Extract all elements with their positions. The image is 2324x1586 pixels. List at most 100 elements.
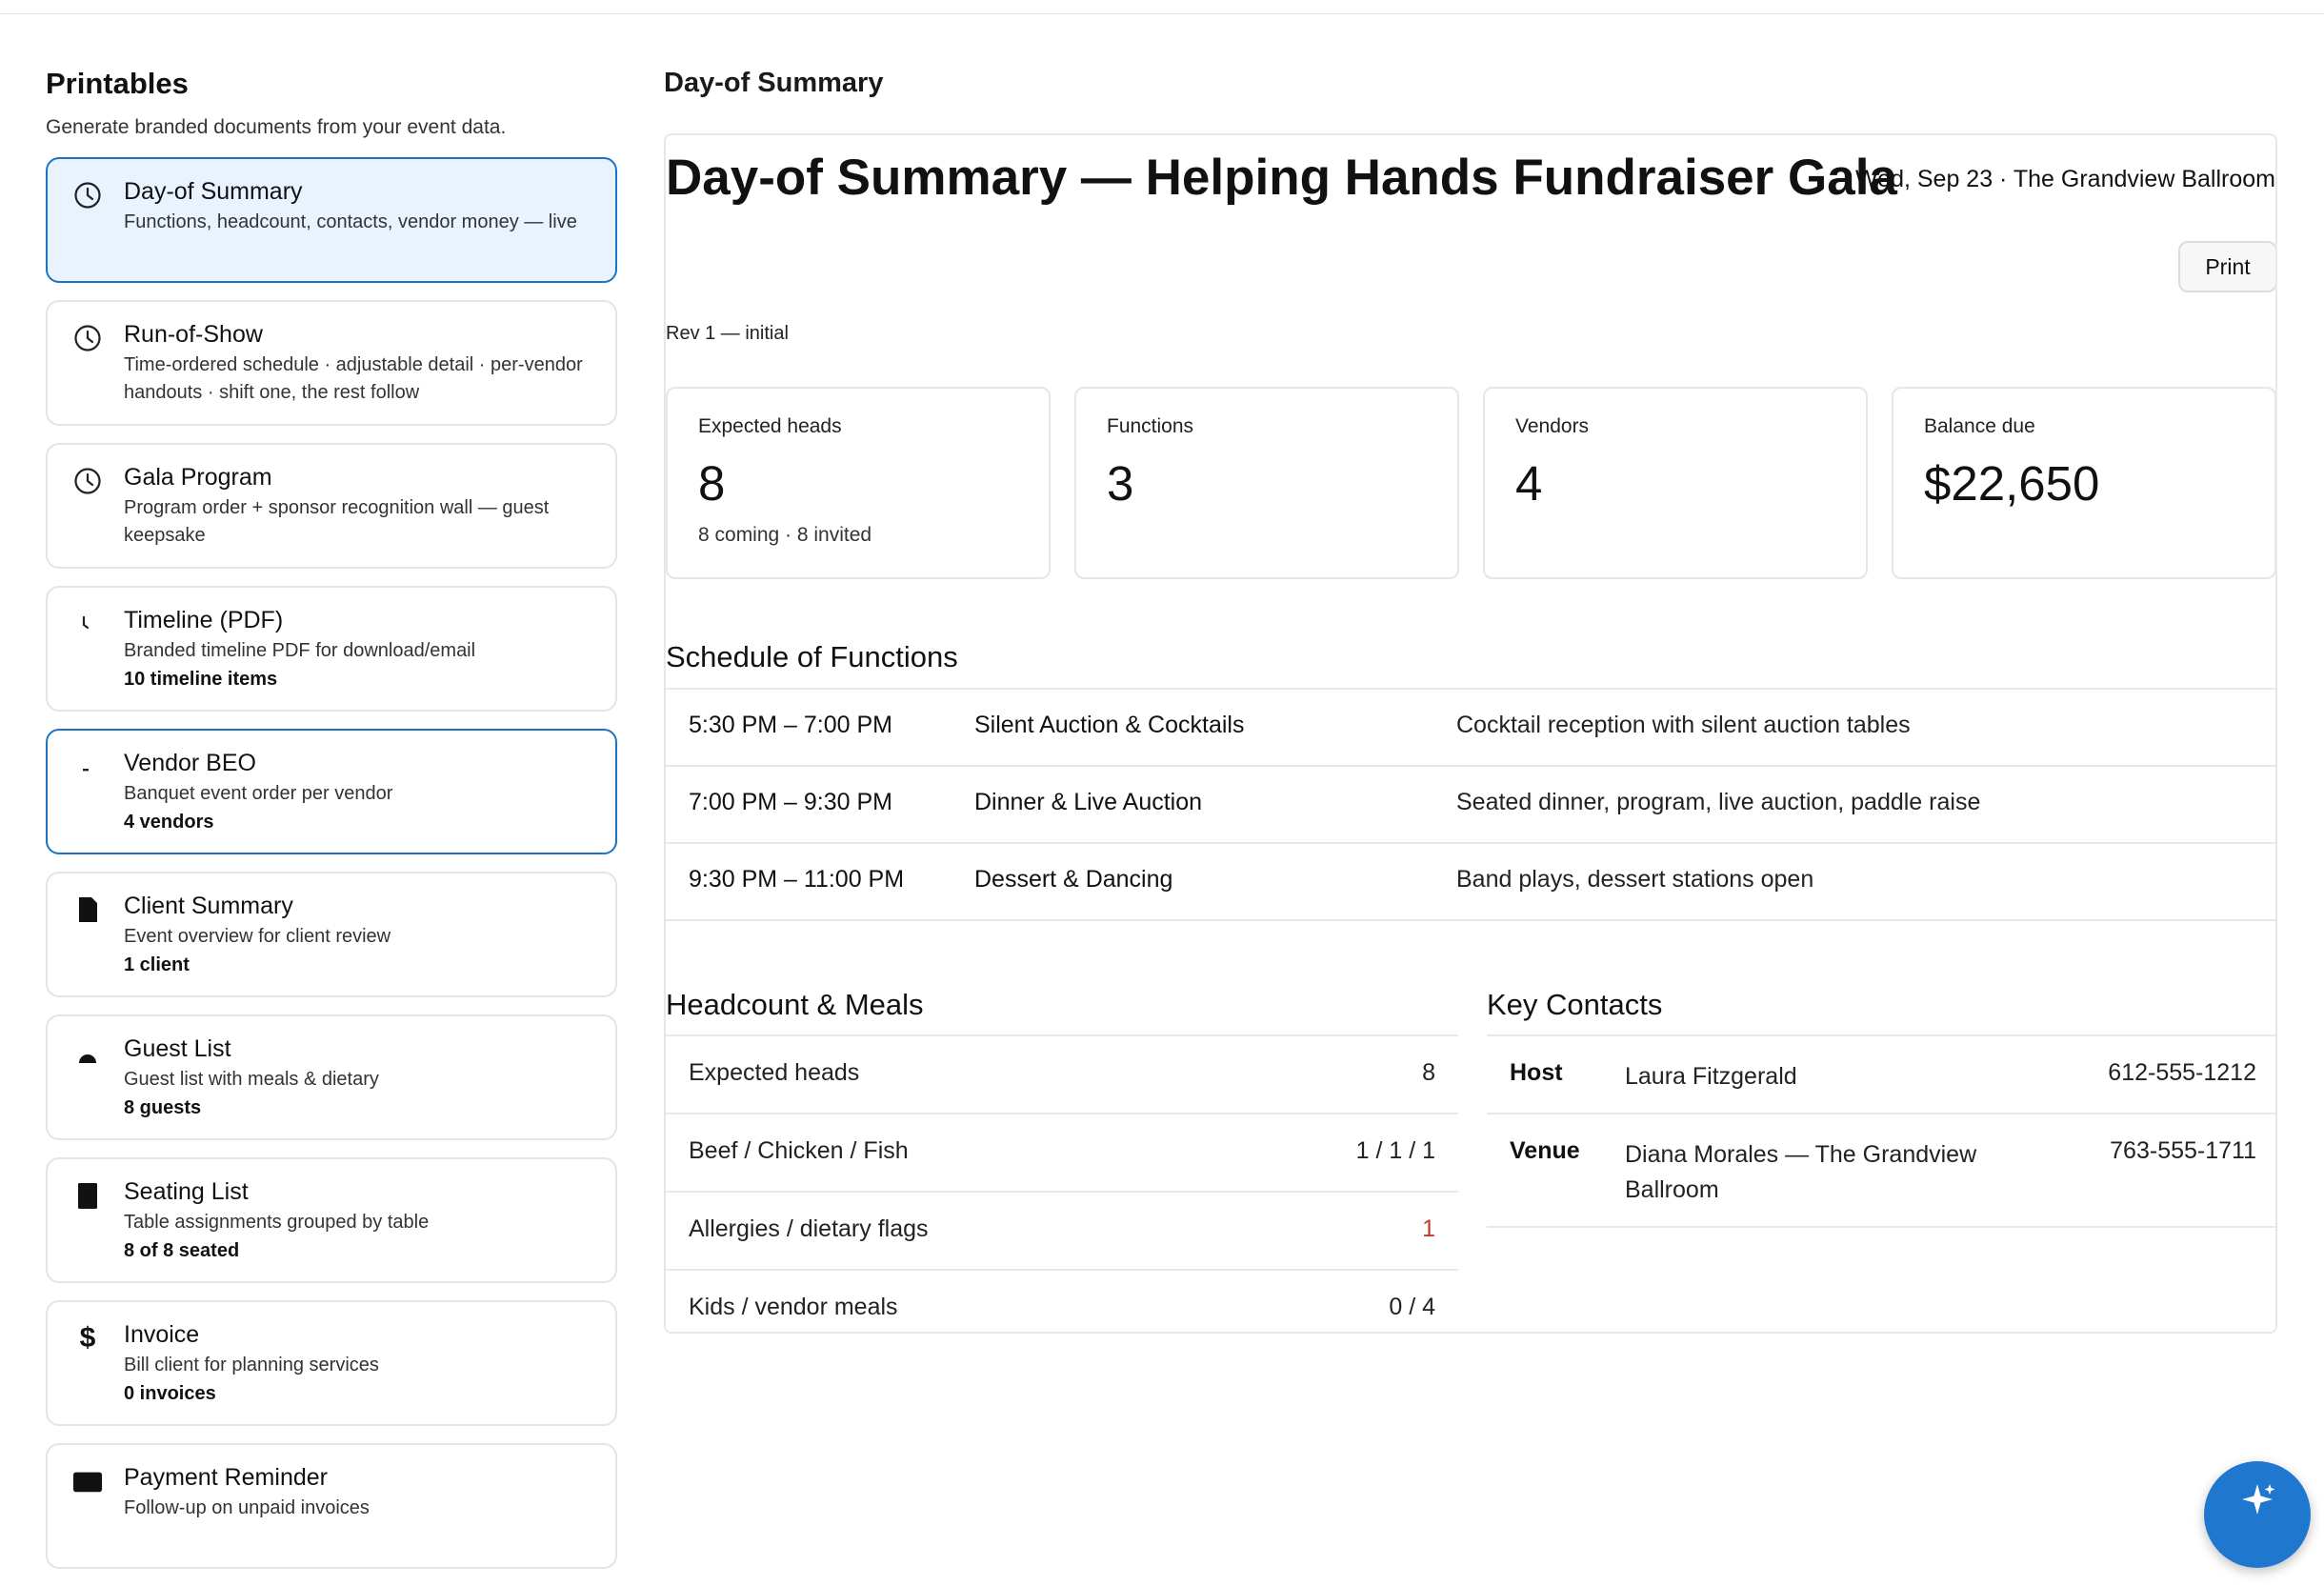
printable-client-summary[interactable]: Client Summary Event overview for client… [46, 872, 617, 997]
card-count: 4 vendors [124, 812, 214, 833]
card-title: Timeline (PDF) [124, 607, 284, 633]
stat-card-expected-heads: Expected heads 8 8 coming · 8 invited [666, 387, 1051, 579]
sidebar-subtitle: Generate branded documents from your eve… [46, 116, 507, 138]
card-title: Guest List [124, 1035, 231, 1062]
card-title: Gala Program [124, 464, 272, 491]
document-title: Day-of Summary — Helping Hands Fundraise… [666, 150, 1897, 206]
function-description: Cocktail reception with silent auction t… [1456, 712, 1911, 738]
row-label: Allergies / dietary flags [689, 1215, 929, 1242]
printable-gala-program[interactable]: Gala Program Program order + sponsor rec… [46, 443, 617, 569]
schedule-table: 5:30 PM – 7:00 PM Silent Auction & Cockt… [666, 688, 2275, 921]
printables-sidebar: Printables Generate branded documents fr… [46, 65, 617, 1586]
dollar-icon: $ [79, 1322, 96, 1354]
card-count: 1 client [124, 954, 190, 975]
page-title: Day-of Summary [664, 68, 884, 98]
card-description: Guest list with meals & dietary [124, 1069, 379, 1090]
dietary-flag-count: 1 [1422, 1215, 1435, 1242]
row-value: 8 [1422, 1059, 1435, 1086]
contact-name: Diana Morales — The Grandview Ballroom [1625, 1141, 1977, 1203]
printable-seating-list[interactable]: Seating List Table assignments grouped b… [46, 1157, 617, 1283]
printable-guest-list[interactable]: Guest List Guest list with meals & dieta… [46, 1014, 617, 1140]
card-title: Payment Reminder [124, 1464, 328, 1491]
card-description: Follow-up on unpaid invoices [124, 1497, 370, 1518]
card-description: Program order + sponsor recognition wall… [124, 497, 550, 546]
card-title: Invoice [124, 1321, 200, 1348]
beo-icon [72, 752, 103, 782]
contact-name: Laura Fitzgerald [1625, 1063, 1797, 1090]
table-row: Expected heads 8 [666, 1036, 1458, 1114]
row-value: 0 / 4 [1389, 1294, 1435, 1320]
headcount-title: Headcount & Meals [666, 988, 924, 1021]
document-icon [72, 894, 103, 925]
function-time: 5:30 PM – 7:00 PM [689, 712, 893, 738]
stat-label: Expected heads [698, 415, 842, 437]
function-description: Band plays, dessert stations open [1456, 866, 1814, 893]
contacts-table: Host Laura Fitzgerald 612-555-1212 Venue… [1487, 1034, 2275, 1228]
stat-value: 4 [1515, 456, 1543, 511]
assistant-fab-button[interactable] [2204, 1461, 2311, 1568]
card-description: Event overview for client review [124, 926, 391, 947]
printable-run-of-show[interactable]: Run-of-Show Time-ordered schedule · adju… [46, 300, 617, 426]
table-row: 9:30 PM – 11:00 PM Dessert & Dancing Ban… [666, 844, 2275, 921]
table-row: 7:00 PM – 9:30 PM Dinner & Live Auction … [666, 767, 2275, 844]
table-row: Host Laura Fitzgerald 612-555-1212 [1487, 1036, 2275, 1114]
printable-payment-reminder[interactable]: Payment Reminder Follow-up on unpaid inv… [46, 1443, 617, 1569]
stat-value: 8 [698, 456, 726, 511]
table-row: Allergies / dietary flags 1 [666, 1193, 1458, 1271]
stat-label: Vendors [1515, 415, 1590, 437]
card-title: Client Summary [124, 893, 293, 919]
stat-label: Functions [1107, 415, 1194, 437]
card-title: Vendor BEO [124, 750, 256, 776]
function-name: Dinner & Live Auction [974, 789, 1203, 815]
printable-vendor-beo[interactable]: Vendor BEO Banquet event order per vendo… [46, 729, 617, 854]
document-preview: Day-of Summary — Helping Hands Fundraise… [664, 133, 2277, 1334]
stat-card-balance-due: Balance due $22,650 [1892, 387, 2275, 579]
row-label: Beef / Chicken / Fish [689, 1137, 909, 1164]
stat-label: Balance due [1924, 415, 2035, 437]
function-description: Seated dinner, program, live auction, pa… [1456, 789, 1981, 815]
card-count: 0 invoices [124, 1383, 216, 1404]
card-description: Table assignments grouped by table [124, 1212, 430, 1233]
function-time: 7:00 PM – 9:30 PM [689, 789, 893, 815]
row-value: 1 / 1 / 1 [1355, 1137, 1435, 1164]
stats-row: Expected heads 8 8 coming · 8 invited Fu… [666, 387, 2275, 579]
table-row: Beef / Chicken / Fish 1 / 1 / 1 [666, 1114, 1458, 1193]
table-row: Kids / vendor meals 0 / 4 [666, 1271, 1458, 1332]
payment-icon [72, 1466, 103, 1496]
sidebar-title: Printables [46, 67, 189, 100]
stat-sub: 8 coming · 8 invited [698, 524, 872, 546]
stat-card-vendors: Vendors 4 [1483, 387, 1868, 579]
print-button[interactable]: Print [2178, 241, 2275, 292]
seating-icon [72, 1180, 103, 1211]
function-name: Silent Auction & Cocktails [974, 712, 1245, 738]
contact-phone: 763-555-1711 [2110, 1137, 2256, 1164]
timeline-icon [72, 609, 103, 639]
event-date-venue: Wed, Sep 23 · The Grandview Ballroom [1855, 166, 2275, 192]
stat-card-functions: Functions 3 [1074, 387, 1459, 579]
printable-timeline-pdf[interactable]: Timeline (PDF) Branded timeline PDF for … [46, 586, 617, 712]
headcount-table: Expected heads 8 Beef / Chicken / Fish 1… [666, 1034, 1458, 1332]
card-description: Bill client for planning services [124, 1355, 379, 1375]
contact-role: Host [1510, 1059, 1563, 1086]
card-title: Seating List [124, 1178, 249, 1205]
card-title: Day-of Summary [124, 178, 303, 205]
row-label: Expected heads [689, 1059, 860, 1086]
printable-day-of-summary[interactable]: Day-of Summary Functions, headcount, con… [46, 157, 617, 283]
clock-icon [72, 323, 103, 353]
table-row: Venue Diana Morales — The Grandview Ball… [1487, 1114, 2275, 1228]
row-label: Kids / vendor meals [689, 1294, 898, 1320]
function-time: 9:30 PM – 11:00 PM [689, 866, 905, 893]
stat-value: 3 [1107, 456, 1134, 511]
printable-invoice[interactable]: $ Invoice Bill client for planning servi… [46, 1300, 617, 1426]
card-count: 10 timeline items [124, 669, 278, 690]
revision-label: Rev 1 — initial [666, 323, 789, 344]
card-description: Banquet event order per vendor [124, 783, 393, 804]
clock-icon [72, 180, 103, 211]
contact-role: Venue [1510, 1137, 1580, 1164]
function-name: Dessert & Dancing [974, 866, 1173, 893]
schedule-title: Schedule of Functions [666, 640, 958, 673]
guest-icon [72, 1037, 103, 1068]
clock-icon [72, 466, 103, 496]
top-divider [0, 13, 2324, 14]
card-count: 8 guests [124, 1097, 202, 1118]
